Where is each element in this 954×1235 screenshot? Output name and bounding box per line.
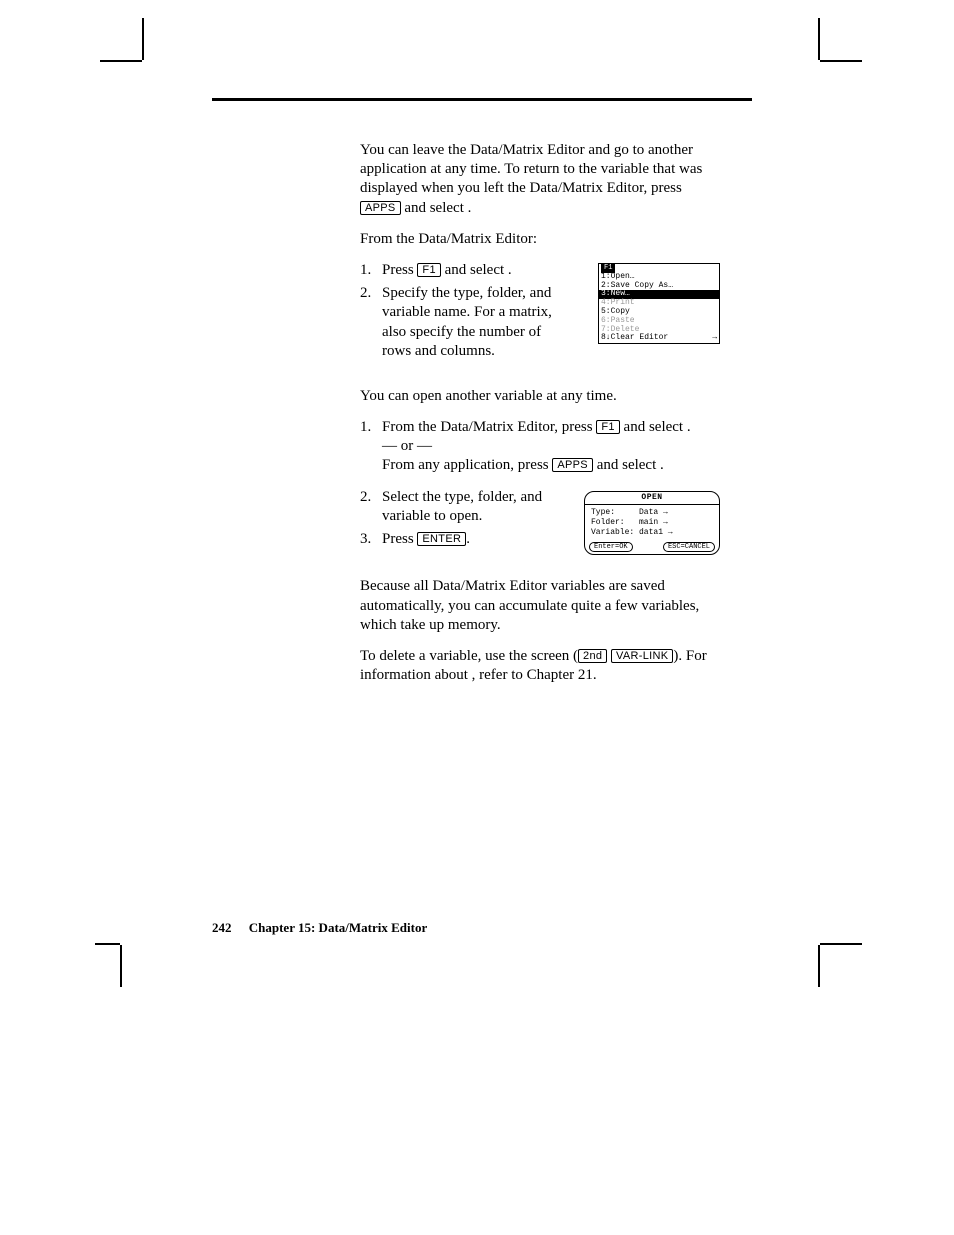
open-dialog-screenshot: OPEN Type: Data → Folder: main → Variabl… xyxy=(584,491,720,556)
dialog-ok: Enter=OK xyxy=(589,542,633,553)
paragraph: You can leave the Data/Matrix Editor and… xyxy=(360,141,720,218)
text: — or — xyxy=(382,438,432,454)
list-number: 1. xyxy=(360,261,382,280)
key-apps: APPS xyxy=(552,458,593,472)
page-number: 242 xyxy=(212,920,232,935)
text: . xyxy=(466,531,470,547)
text: Select the type, folder, and variable to… xyxy=(382,488,565,526)
chapter-title: Chapter 15: Data/Matrix Editor xyxy=(249,920,427,935)
text: and select xyxy=(620,419,687,435)
paragraph: You can open another variable at any tim… xyxy=(360,387,720,406)
section-rule xyxy=(212,98,752,101)
key-varlink: VAR-LINK xyxy=(611,649,673,663)
key-f1: F1 xyxy=(596,420,619,434)
crop-mark xyxy=(120,945,122,987)
key-enter: ENTER xyxy=(417,532,466,546)
text: . xyxy=(468,200,472,216)
dialog-cancel: ESC=CANCEL xyxy=(663,542,715,553)
crop-mark xyxy=(818,945,820,987)
text: , refer to Chapter 21. xyxy=(472,667,597,683)
crop-mark xyxy=(820,943,862,945)
list-item: 3. Press ENTER. xyxy=(360,530,565,549)
crop-mark xyxy=(142,18,144,60)
list-item: 2. Specify the type, folder, and variabl… xyxy=(360,284,565,361)
list-number: 2. xyxy=(360,284,382,361)
text: and select xyxy=(593,457,660,473)
crop-mark xyxy=(100,60,142,62)
calculator-menu-screenshot: F1 1:Open… 2:Save Copy As… 3:New… 4:Prin… xyxy=(598,261,720,344)
text: . xyxy=(660,457,664,473)
list-item: 1. Press F1 and select . xyxy=(360,261,565,280)
crop-mark xyxy=(818,18,820,60)
body-text: You can leave the Data/Matrix Editor and… xyxy=(360,141,720,697)
text: Specify the type, folder, and variable n… xyxy=(382,284,565,361)
list-item: 1. From the Data/Matrix Editor, press F1… xyxy=(360,418,720,476)
text: and select xyxy=(401,200,468,216)
dialog-line: Variable: data1 → xyxy=(591,528,713,538)
crop-mark xyxy=(820,60,862,62)
arrow-icon: → xyxy=(712,334,717,343)
paragraph: From the Data/Matrix Editor: xyxy=(360,230,720,249)
dialog-title: OPEN xyxy=(585,492,719,505)
text: To delete a variable, use the xyxy=(360,648,531,664)
key-f1: F1 xyxy=(417,263,440,277)
text: From the Data/Matrix Editor, press xyxy=(382,419,596,435)
text: . xyxy=(508,262,512,278)
list-item: 2. Select the type, folder, and variable… xyxy=(360,488,565,526)
steps-row: 1. Press F1 and select . 2. Specify the … xyxy=(360,261,720,365)
key-2nd: 2nd xyxy=(578,649,607,663)
dialog-line: Type: Data → xyxy=(591,508,713,518)
text: Press xyxy=(382,531,417,547)
list-number: 3. xyxy=(360,530,382,549)
paragraph: To delete a variable, use the screen (2n… xyxy=(360,647,720,685)
key-apps: APPS xyxy=(360,201,401,215)
text: screen ( xyxy=(531,648,578,664)
text: You can leave the Data/Matrix Editor and… xyxy=(360,142,702,196)
page-footer: 242 Chapter 15: Data/Matrix Editor xyxy=(212,920,752,936)
crop-mark xyxy=(95,943,120,945)
text: and select xyxy=(441,262,508,278)
text: . xyxy=(687,419,691,435)
list-number: 2. xyxy=(360,488,382,526)
text: Press xyxy=(382,262,417,278)
menu-item: 8↓Clear Editor→ xyxy=(599,334,719,343)
text: From any application, press xyxy=(382,457,552,473)
paragraph: Because all Data/Matrix Editor variables… xyxy=(360,577,720,635)
dialog-line: Folder: main → xyxy=(591,518,713,528)
list-number: 1. xyxy=(360,418,382,476)
steps-row: 2. Select the type, folder, and variable… xyxy=(360,488,720,556)
